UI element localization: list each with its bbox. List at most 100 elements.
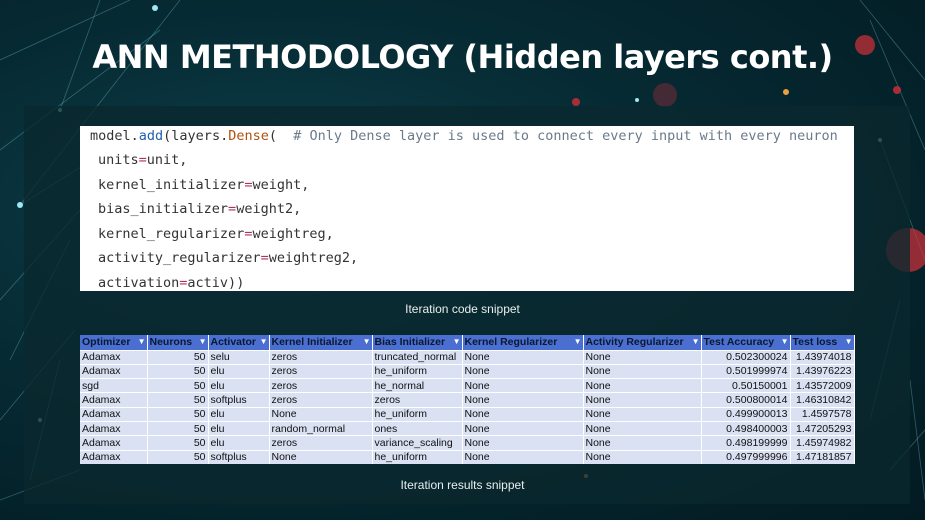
table-cell[interactable]: softplus [208, 449, 270, 465]
table-cell[interactable]: zeros [269, 378, 373, 393]
table-cell[interactable]: None [583, 349, 702, 365]
table-cell[interactable]: elu [208, 435, 270, 451]
filter-dropdown-icon[interactable]: ▼ [692, 337, 700, 346]
table-cell[interactable]: zeros [269, 392, 373, 408]
table-cell[interactable]: 50 [147, 420, 209, 436]
table-row[interactable]: Adamax 50 selu zeros truncated_normal None Non… [80, 349, 855, 365]
table-row[interactable]: Adamax 50 elu zeros variance_scaling None None… [80, 435, 855, 451]
filter-dropdown-icon[interactable]: ▼ [260, 337, 268, 346]
table-cell[interactable]: None [583, 435, 702, 451]
table-cell[interactable]: None [269, 406, 373, 422]
table-cell[interactable]: 1.43976223 [790, 363, 855, 379]
table-cell[interactable]: he_uniform [372, 449, 463, 465]
column-header-activator[interactable]: Activator ▼ [208, 335, 270, 350]
code-snippet: model.add(layers.Dense( # Only Dense lay… [80, 126, 854, 291]
table-cell[interactable]: selu [208, 349, 270, 365]
header-label: Neurons [149, 336, 193, 349]
table-cell[interactable]: 50 [147, 449, 209, 465]
table-cell[interactable]: Adamax [80, 420, 148, 436]
table-cell[interactable]: 50 [147, 406, 209, 422]
table-cell[interactable]: random_normal [269, 420, 373, 436]
table-cell[interactable]: None [269, 449, 373, 465]
table-cell[interactable]: 0.499900013 [701, 406, 791, 422]
table-cell[interactable]: None [462, 406, 584, 422]
table-cell[interactable]: 50 [147, 363, 209, 379]
filter-dropdown-icon[interactable]: ▼ [781, 337, 789, 346]
table-cell[interactable]: None [462, 349, 584, 365]
table-cell[interactable]: 1.43572009 [790, 378, 855, 393]
column-header-test-accuracy[interactable]: Test Accuracy ▼ [701, 335, 791, 350]
table-cell[interactable]: zeros [269, 363, 373, 379]
table-cell[interactable]: 50 [147, 392, 209, 408]
table-cell[interactable]: None [462, 420, 584, 436]
table-cell[interactable]: elu [208, 378, 270, 393]
table-cell[interactable]: 0.498400003 [701, 420, 791, 436]
table-cell[interactable]: elu [208, 420, 270, 436]
table-cell[interactable]: None [462, 449, 584, 465]
table-row[interactable]: Adamax 50 softplus zeros zeros None None 0.5008… [80, 392, 855, 408]
table-cell[interactable]: Adamax [80, 406, 148, 422]
filter-dropdown-icon[interactable]: ▼ [845, 337, 853, 346]
table-cell[interactable]: None [583, 406, 702, 422]
table-cell[interactable]: he_normal [372, 378, 463, 393]
table-cell[interactable]: sgd [80, 378, 148, 393]
table-cell[interactable]: ones [372, 420, 463, 436]
table-cell[interactable]: 50 [147, 349, 209, 365]
table-cell[interactable]: elu [208, 406, 270, 422]
table-cell[interactable]: 1.46310842 [790, 392, 855, 408]
table-cell[interactable]: None [462, 392, 584, 408]
table-cell[interactable]: 1.43974018 [790, 349, 855, 365]
table-cell[interactable]: 1.47205293 [790, 420, 855, 436]
table-cell[interactable]: Adamax [80, 435, 148, 451]
table-cell[interactable]: 0.497999996 [701, 449, 791, 465]
table-cell[interactable]: zeros [269, 435, 373, 451]
table-cell[interactable]: None [583, 420, 702, 436]
table-cell[interactable]: 1.4597578 [790, 406, 855, 422]
table-cell[interactable]: Adamax [80, 349, 148, 365]
filter-dropdown-icon[interactable]: ▼ [453, 337, 461, 346]
table-cell[interactable]: 0.502300024 [701, 349, 791, 365]
filter-dropdown-icon[interactable]: ▼ [574, 337, 582, 346]
table-row[interactable]: Adamax 50 elu random_normal ones None None 0.49… [80, 420, 855, 436]
table-row[interactable]: Adamax 50 elu zeros he_uniform None None 0.5019… [80, 363, 855, 379]
table-row[interactable]: sgd 50 elu zeros he_normal None None 0.50150001… [80, 378, 855, 393]
column-header-optimizer[interactable]: Optimizer ▼ [80, 335, 148, 350]
filter-dropdown-icon[interactable]: ▼ [363, 337, 371, 346]
table-cell[interactable]: 1.47181857 [790, 449, 855, 465]
column-header-test-loss[interactable]: Test loss ▼ [790, 335, 855, 350]
filter-dropdown-icon[interactable]: ▼ [138, 337, 146, 346]
table-cell[interactable]: he_uniform [372, 363, 463, 379]
table-cell[interactable]: None [583, 392, 702, 408]
table-cell[interactable]: 0.498199999 [701, 435, 791, 451]
column-header-kernel-regularizer[interactable]: Kernel Regularizer ▼ [462, 335, 584, 350]
table-cell[interactable]: 50 [147, 435, 209, 451]
column-header-kernel-initializer[interactable]: Kernel Initializer ▼ [269, 335, 373, 350]
table-cell[interactable]: 0.500800014 [701, 392, 791, 408]
table-cell[interactable]: truncated_normal [372, 349, 463, 365]
table-cell[interactable]: 1.45974982 [790, 435, 855, 451]
table-cell[interactable]: Adamax [80, 449, 148, 465]
table-cell[interactable]: None [462, 378, 584, 393]
table-cell[interactable]: variance_scaling [372, 435, 463, 451]
table-cell[interactable]: Adamax [80, 363, 148, 379]
table-cell[interactable]: None [583, 449, 702, 465]
table-cell[interactable]: zeros [269, 349, 373, 365]
table-row[interactable]: Adamax 50 softplus None he_uniform None None 0.… [80, 449, 855, 465]
table-cell[interactable]: None [462, 363, 584, 379]
table-cell[interactable]: Adamax [80, 392, 148, 408]
column-header-activity-regularizer[interactable]: Activity Regularizer ▼ [583, 335, 702, 350]
table-cell[interactable]: 0.50150001 [701, 378, 791, 393]
column-header-bias-initializer[interactable]: Bias Initializer ▼ [372, 335, 463, 350]
table-cell[interactable]: None [583, 363, 702, 379]
table-cell[interactable]: None [583, 378, 702, 393]
table-cell[interactable]: 50 [147, 378, 209, 393]
table-cell[interactable]: 0.501999974 [701, 363, 791, 379]
table-cell[interactable]: elu [208, 363, 270, 379]
column-header-neurons[interactable]: Neurons ▼ [147, 335, 209, 350]
table-cell[interactable]: None [462, 435, 584, 451]
table-row[interactable]: Adamax 50 elu None he_uniform None None 0.49990… [80, 406, 855, 422]
table-cell[interactable]: softplus [208, 392, 270, 408]
filter-dropdown-icon[interactable]: ▼ [199, 337, 207, 346]
table-cell[interactable]: zeros [372, 392, 463, 408]
table-cell[interactable]: he_uniform [372, 406, 463, 422]
